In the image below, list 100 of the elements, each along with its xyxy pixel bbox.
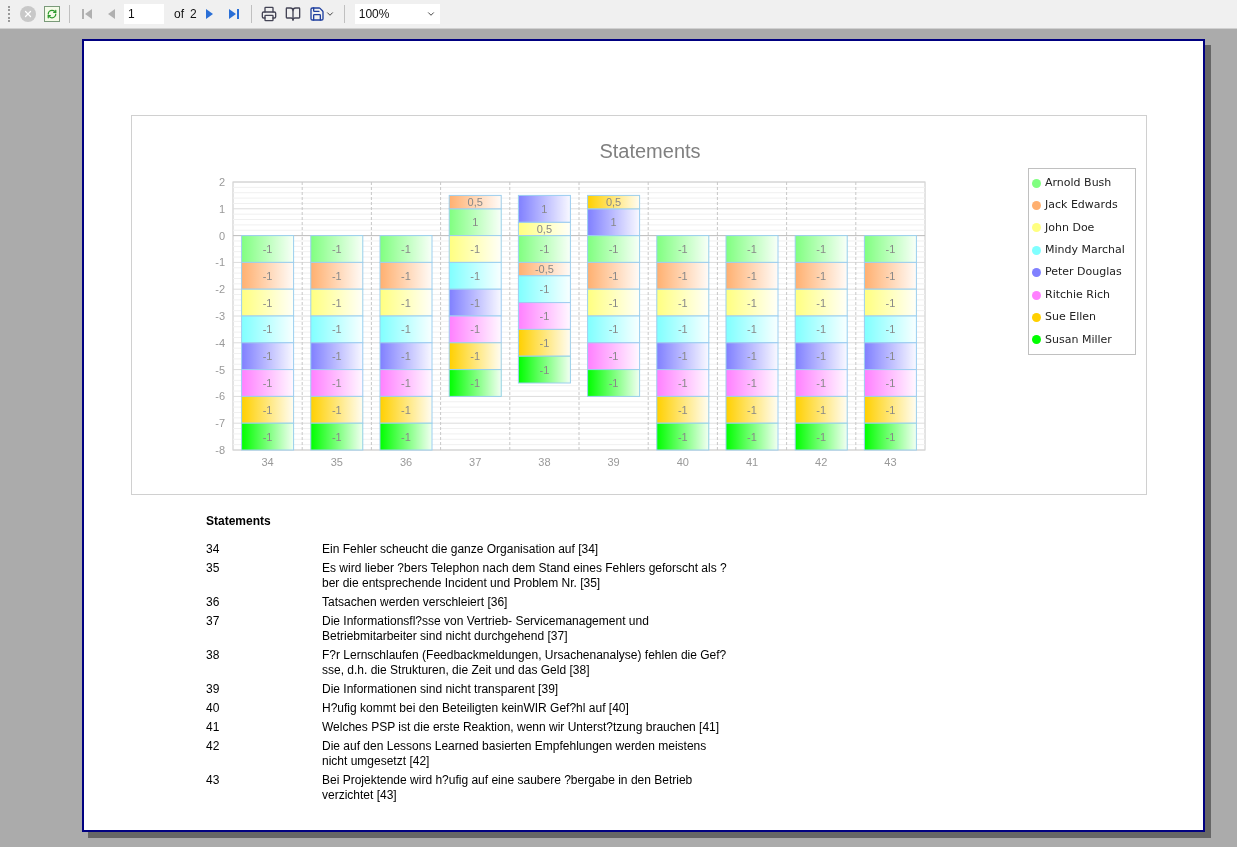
data-label: -1 bbox=[401, 377, 411, 389]
y-tick-label: -4 bbox=[215, 336, 225, 349]
data-label: -1 bbox=[401, 243, 411, 255]
x-tick-label: 36 bbox=[399, 456, 413, 468]
data-label: -1 bbox=[747, 243, 757, 255]
legend-label: Jack Edwards bbox=[1045, 197, 1118, 214]
page-number-field[interactable]: 1 bbox=[124, 4, 164, 24]
data-label: -1 bbox=[539, 363, 550, 376]
data-label: 1 bbox=[472, 216, 479, 229]
statement-number: 40 bbox=[206, 701, 221, 716]
chart-title: Statements bbox=[598, 139, 702, 164]
data-label: -1 bbox=[677, 269, 688, 282]
data-label: -1 bbox=[331, 323, 342, 336]
data-label: -1 bbox=[885, 377, 896, 389]
statements-heading: Statements bbox=[206, 513, 272, 530]
data-label: -1 bbox=[677, 377, 688, 389]
data-label: -1 bbox=[816, 430, 827, 443]
total-pages: 2 bbox=[190, 6, 197, 23]
caret-icon bbox=[425, 9, 436, 19]
statement-number: 42 bbox=[206, 739, 221, 755]
statement-text: Ein Fehler scheucht die ganze Organisation auf [34] bbox=[322, 542, 599, 557]
legend-label: Sue Ellen bbox=[1045, 309, 1097, 326]
data-label: 0,5 bbox=[536, 222, 553, 235]
data-label: -1 bbox=[608, 269, 619, 282]
data-label: -1 bbox=[470, 269, 481, 282]
data-label: -1 bbox=[539, 283, 550, 296]
data-label: -1 bbox=[816, 323, 827, 336]
data-label: -1 bbox=[262, 403, 273, 416]
data-label: -1 bbox=[262, 296, 273, 309]
data-label: -1 bbox=[539, 243, 550, 255]
data-label: -1 bbox=[608, 296, 619, 309]
data-label: 1 bbox=[610, 216, 617, 229]
y-tick-label: 0 bbox=[218, 229, 225, 242]
statement-number: 34 bbox=[206, 542, 221, 557]
data-label: -1 bbox=[262, 243, 273, 255]
legend-label: John Doe bbox=[1045, 219, 1095, 236]
data-label: -0,5 bbox=[534, 263, 554, 276]
data-label: -1 bbox=[608, 350, 619, 363]
data-label: -1 bbox=[816, 403, 827, 416]
x-tick-label: 34 bbox=[261, 456, 274, 468]
data-label: -1 bbox=[401, 296, 411, 309]
statement-number: 37 bbox=[206, 614, 221, 630]
legend-label: Peter Douglas bbox=[1045, 264, 1122, 281]
data-label: -1 bbox=[401, 403, 411, 416]
statement-text: Bei Projektende wird h?ufig auf eine saubere ?bergabe in den Betrieb verzichtet [43] bbox=[322, 773, 693, 803]
data-label: -1 bbox=[401, 269, 411, 282]
data-label: -1 bbox=[885, 296, 896, 309]
data-label: -1 bbox=[331, 430, 342, 443]
statement-number: 38 bbox=[206, 648, 221, 664]
data-label: 0,5 bbox=[467, 196, 483, 209]
legend-label: Ritchie Rich bbox=[1045, 286, 1111, 303]
data-label: -1 bbox=[816, 377, 827, 389]
data-label: -1 bbox=[608, 243, 619, 255]
data-label: -1 bbox=[331, 269, 342, 282]
data-label: -1 bbox=[262, 377, 273, 389]
legend-label: Susan Miller bbox=[1045, 331, 1112, 348]
x-tick-label: 37 bbox=[469, 456, 482, 468]
x-tick-label: 39 bbox=[607, 456, 620, 468]
data-label: 0,5 bbox=[605, 196, 622, 209]
y-tick-label: -1 bbox=[215, 256, 225, 269]
data-label: -1 bbox=[885, 269, 896, 282]
data-label: -1 bbox=[885, 350, 896, 363]
data-label: -1 bbox=[331, 377, 342, 389]
data-label: -1 bbox=[331, 243, 342, 255]
data-label: -1 bbox=[677, 243, 688, 255]
data-label: -1 bbox=[677, 350, 688, 363]
data-label: -1 bbox=[747, 350, 757, 363]
of-label: of bbox=[174, 6, 184, 23]
y-tick-label: -7 bbox=[215, 417, 225, 430]
data-label: -1 bbox=[816, 296, 827, 309]
zoom-dropdown[interactable]: 100% bbox=[354, 4, 440, 24]
data-label: -1 bbox=[885, 243, 896, 255]
statement-text: Tatsachen werden verschleiert [36] bbox=[322, 595, 508, 610]
statement-number: 43 bbox=[206, 773, 221, 789]
data-label: -1 bbox=[331, 350, 342, 363]
statement-text: Die auf den Lessons Learned basierten Empfehlungen werden meistens nicht umgesetzt [42] bbox=[322, 739, 707, 769]
data-label: -1 bbox=[401, 430, 411, 443]
data-label: -1 bbox=[470, 243, 481, 255]
statement-text: Die Informationsfl?sse von Vertrieb- Servicemanagement und Betriebmitarbeiter sind nicht durchgehend [37] bbox=[322, 614, 649, 644]
data-label: -1 bbox=[747, 377, 757, 389]
data-label: -1 bbox=[470, 296, 481, 309]
x-tick-label: 42 bbox=[815, 456, 828, 468]
y-tick-label: -8 bbox=[215, 444, 225, 456]
data-label: -1 bbox=[331, 296, 342, 309]
statement-text: Welches PSP ist die erste Reaktion, wenn wir Unterst?tzung brauchen [41] bbox=[322, 720, 720, 735]
data-label: -1 bbox=[747, 430, 757, 443]
statement-number: 35 bbox=[206, 561, 221, 577]
data-label: -1 bbox=[747, 403, 757, 416]
data-label: -1 bbox=[608, 323, 619, 336]
data-label: -1 bbox=[885, 323, 896, 336]
data-label: -1 bbox=[816, 269, 827, 282]
data-label: -1 bbox=[470, 350, 481, 363]
y-tick-label: 2 bbox=[218, 176, 225, 188]
data-label: -1 bbox=[331, 403, 342, 416]
data-label: -1 bbox=[470, 377, 481, 389]
data-label: -1 bbox=[401, 323, 411, 336]
statement-text: H?ufig kommt bei den Beteiligten keinWIR Gef?hl auf [40] bbox=[322, 701, 629, 716]
data-label: 1 bbox=[541, 202, 548, 215]
data-label: -1 bbox=[539, 336, 550, 349]
data-label: -1 bbox=[677, 403, 688, 416]
